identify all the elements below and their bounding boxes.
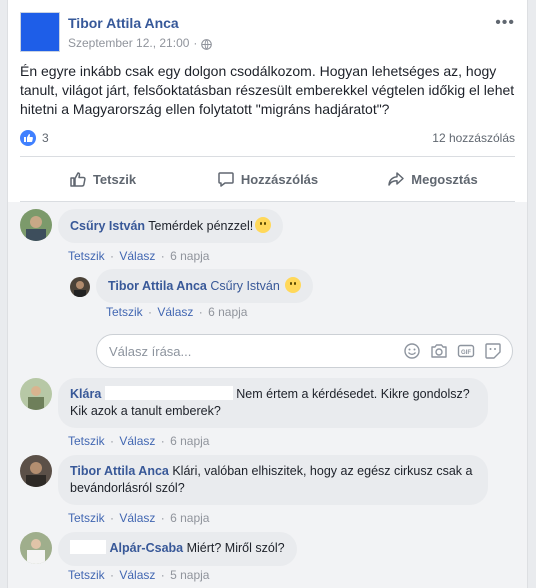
svg-text:GIF: GIF (461, 350, 471, 356)
comment-reply-link[interactable]: Válasz (119, 249, 155, 263)
speech-bubble-icon (218, 172, 234, 187)
comment-count[interactable]: 12 hozzászólás (432, 131, 515, 145)
gif-icon[interactable]: GIF (457, 342, 475, 360)
redacted-name (104, 386, 233, 400)
comment-bubble: Alpár-Csaba Miért? Miről szól? (58, 532, 297, 566)
comment-like-link[interactable]: Tetszik (68, 249, 105, 263)
thumbs-up-icon (70, 172, 86, 187)
share-arrow-icon (388, 172, 405, 186)
globe-icon[interactable] (201, 38, 213, 50)
comment-time[interactable]: 6 napja (170, 249, 209, 263)
comment-actions: Tetszik · Válasz · 5 napja (68, 568, 210, 582)
reply-item: Tibor Attila Anca Csűry István Tetszik ·… (70, 269, 510, 321)
comments-area: Csűry István Temérdek pénzzel! Tetszik ·… (8, 202, 527, 588)
meta-separator: · (193, 36, 198, 50)
comment-like-link[interactable]: Tetszik (106, 305, 143, 319)
comment-actions: Tetszik · Válasz · 6 napja (68, 511, 210, 525)
emoji-picker-icon[interactable] (403, 342, 421, 360)
smiley-emoji-icon (255, 217, 272, 233)
share-button-label: Megosztás (411, 171, 478, 187)
like-reaction-icon[interactable] (20, 130, 36, 146)
sticker-icon[interactable] (484, 342, 502, 360)
commenter-avatar[interactable] (20, 455, 52, 487)
comment-time[interactable]: 5 napja (170, 568, 209, 582)
post-card: Tibor Attila Anca Szeptember 12., 21:00 … (7, 0, 528, 588)
camera-icon[interactable] (430, 342, 448, 360)
reply-input[interactable] (109, 344, 309, 359)
comment-bubble: Klára Nem értem a kérdésedet. Kikre gond… (58, 378, 488, 428)
reactions-bar: 3 12 hozzászólás (20, 130, 515, 148)
like-button-label: Tetszik (92, 171, 137, 187)
comment-author[interactable]: Csűry István (70, 219, 145, 233)
comment-reply-link[interactable]: Válasz (119, 568, 155, 582)
comment-author[interactable]: Klára (70, 387, 101, 401)
more-options-icon[interactable]: ••• (495, 14, 515, 32)
author-avatar[interactable] (20, 12, 60, 52)
comment-item: Alpár-Csaba Miért? Miről szól? Tetszik ·… (20, 532, 510, 588)
comment-time[interactable]: 6 napja (208, 305, 247, 319)
comment-reply-link[interactable]: Válasz (119, 511, 155, 525)
comment-item: Tibor Attila Anca Klári, valóban elhiszi… (20, 455, 510, 525)
action-bar: Tetszik Hozzászólás Megosztás (20, 156, 515, 202)
redacted-name (70, 540, 106, 554)
commenter-avatar[interactable] (70, 277, 90, 297)
comment-author[interactable]: Tibor Attila Anca (108, 279, 207, 293)
author-name[interactable]: Tibor Attila Anca (68, 15, 179, 31)
commenter-avatar[interactable] (20, 532, 52, 564)
post-meta: Szeptember 12., 21:00 · (68, 36, 213, 50)
share-button[interactable]: Megosztás (350, 157, 515, 201)
comment-actions: Tetszik · Válasz · 6 napja (68, 434, 210, 448)
comment-author[interactable]: Alpár-Csaba (109, 541, 183, 555)
comment-reply-link[interactable]: Válasz (119, 434, 155, 448)
post-text: Én egyre inkább csak egy dolgon csodálko… (20, 63, 515, 117)
comment-like-link[interactable]: Tetszik (68, 434, 105, 448)
comment-bubble: Csűry István Temérdek pénzzel! (58, 209, 284, 243)
like-count[interactable]: 3 (42, 131, 49, 145)
comment-reply-link[interactable]: Válasz (157, 305, 193, 319)
comment-like-link[interactable]: Tetszik (68, 511, 105, 525)
post-header: Tibor Attila Anca Szeptember 12., 21:00 … (20, 12, 515, 54)
comment-mention[interactable]: Csűry István (210, 279, 279, 293)
commenter-avatar[interactable] (20, 209, 52, 241)
comment-like-link[interactable]: Tetszik (68, 568, 105, 582)
thinking-emoji-icon (285, 277, 302, 293)
comment-time[interactable]: 6 napja (170, 511, 209, 525)
comment-item: Csűry István Temérdek pénzzel! Tetszik ·… (20, 209, 510, 267)
comment-text: Temérdek pénzzel! (148, 219, 254, 233)
comment-item: Klára Nem értem a kérdésedet. Kikre gond… (20, 378, 510, 448)
post-date[interactable]: Szeptember 12., 21:00 (68, 36, 189, 50)
like-button[interactable]: Tetszik (20, 157, 185, 201)
comment-actions: Tetszik · Válasz · 6 napja (106, 305, 248, 319)
reply-tools: GIF (403, 342, 502, 360)
reply-box: GIF (96, 334, 513, 368)
comment-bubble: Tibor Attila Anca Klári, valóban elhiszi… (58, 455, 488, 505)
commenter-avatar[interactable] (20, 378, 52, 410)
comment-button-label: Hozzászólás (240, 171, 319, 187)
comment-bubble: Tibor Attila Anca Csűry István (96, 269, 314, 303)
comment-button[interactable]: Hozzászólás (185, 157, 350, 201)
comment-text: Miért? Miről szól? (186, 541, 285, 555)
comment-time[interactable]: 6 napja (170, 434, 209, 448)
comment-actions: Tetszik · Válasz · 6 napja (68, 249, 210, 263)
comment-author[interactable]: Tibor Attila Anca (70, 464, 169, 478)
